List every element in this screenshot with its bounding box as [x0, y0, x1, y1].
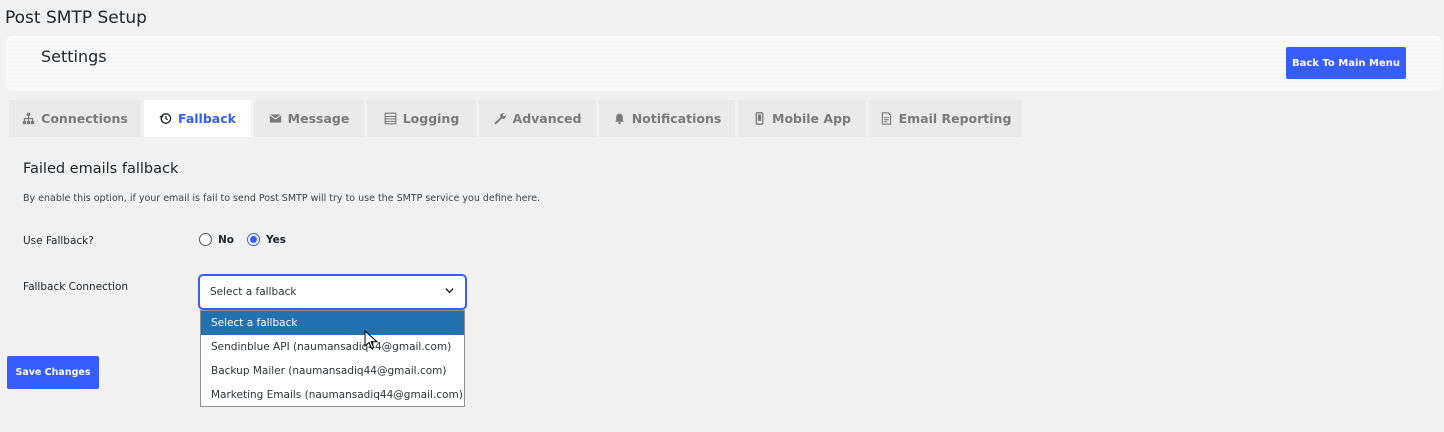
- dropdown-option[interactable]: Backup Mailer (naumansadiq44@gmail.com): [201, 359, 464, 383]
- fallback-no-option[interactable]: No: [199, 233, 234, 246]
- fallback-yes-option[interactable]: Yes: [247, 233, 286, 246]
- tab-label: Advanced: [512, 111, 582, 126]
- save-changes-button[interactable]: Save Changes: [7, 356, 99, 389]
- radio-yes-label: Yes: [266, 233, 287, 246]
- back-to-main-menu-button[interactable]: Back To Main Menu: [1286, 47, 1406, 79]
- history-icon: [159, 112, 172, 125]
- settings-tabs: Connections Fallback Message Logging Adv…: [9, 100, 1022, 137]
- list-icon: [384, 112, 397, 125]
- radio-no[interactable]: [199, 233, 212, 246]
- use-fallback-radio-group: No Yes: [199, 233, 299, 246]
- tab-notifications[interactable]: Notifications: [599, 100, 735, 137]
- sitemap-icon: [22, 112, 35, 125]
- tab-message[interactable]: Message: [254, 100, 364, 137]
- dropdown-option[interactable]: Select a fallback: [201, 311, 464, 335]
- section-heading: Failed emails fallback: [23, 161, 179, 177]
- radio-no-label: No: [218, 233, 235, 246]
- mobile-icon: [753, 112, 766, 125]
- fallback-dropdown-list: Select a fallback Sendinblue API (nauman…: [200, 310, 465, 407]
- section-description: By enable this option, if your email is …: [23, 193, 541, 204]
- bell-icon: [613, 112, 626, 125]
- settings-title: Settings: [41, 47, 107, 66]
- mouse-cursor-icon: [364, 330, 378, 350]
- radio-yes[interactable]: [247, 233, 261, 246]
- tab-label: Fallback: [178, 111, 236, 126]
- tab-label: Message: [287, 111, 350, 126]
- tab-label: Notifications: [631, 111, 722, 126]
- tab-email-reporting[interactable]: Email Reporting: [869, 100, 1022, 137]
- tab-label: Logging: [402, 111, 460, 126]
- select-value: Select a fallback: [210, 286, 297, 298]
- fallback-connection-select[interactable]: Select a fallback: [199, 275, 466, 309]
- tab-label: Connections: [41, 111, 128, 126]
- tab-advanced[interactable]: Advanced: [479, 100, 596, 137]
- fallback-connection-label: Fallback Connection: [23, 281, 129, 293]
- tab-label: Email Reporting: [898, 111, 1012, 126]
- report-icon: [880, 112, 893, 125]
- use-fallback-label: Use Fallback?: [23, 235, 94, 247]
- dropdown-option[interactable]: Marketing Emails (naumansadiq44@gmail.co…: [201, 383, 464, 406]
- wrench-icon: [494, 112, 507, 125]
- chevron-down-icon: [444, 285, 455, 299]
- tab-label: Mobile App: [772, 111, 851, 126]
- tab-logging[interactable]: Logging: [367, 100, 476, 137]
- tab-mobile-app[interactable]: Mobile App: [738, 100, 866, 137]
- page-title: Post SMTP Setup: [5, 8, 147, 28]
- dropdown-option[interactable]: Sendinblue API (naumansadiq44@gmail.com): [201, 335, 464, 359]
- settings-header: Settings Back To Main Menu: [6, 36, 1442, 91]
- envelope-icon: [269, 112, 282, 125]
- tab-fallback[interactable]: Fallback: [144, 100, 251, 137]
- tab-connections[interactable]: Connections: [9, 100, 141, 137]
